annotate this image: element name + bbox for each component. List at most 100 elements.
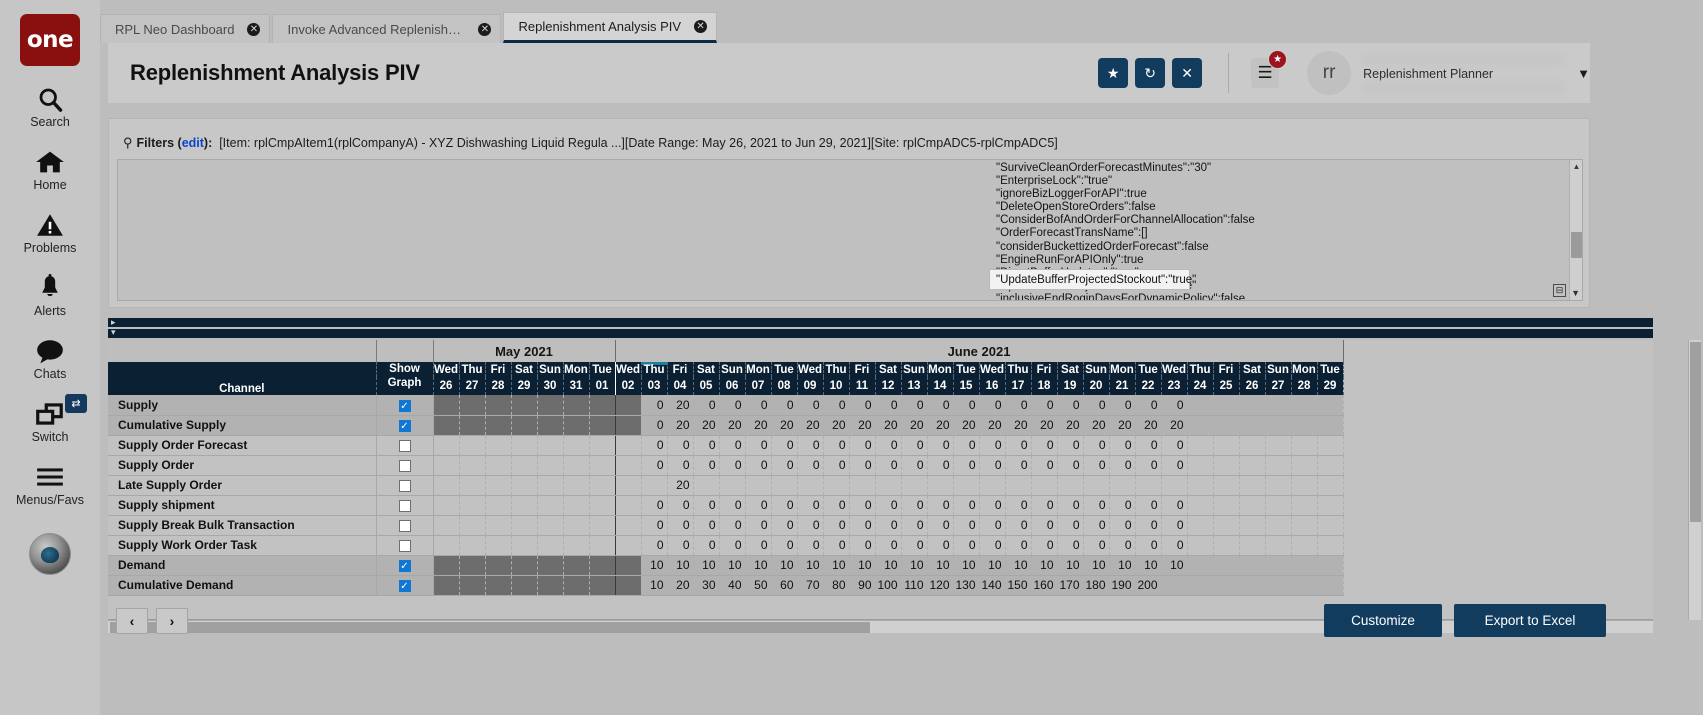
grid-value-cell[interactable] — [563, 475, 590, 496]
grid-value-cell[interactable] — [537, 495, 564, 516]
grid-value-cell[interactable]: 0 — [1135, 515, 1162, 536]
grid-value-cell[interactable] — [979, 475, 1006, 496]
grid-value-cell[interactable] — [459, 535, 486, 556]
grid-value-cell[interactable]: 0 — [1031, 495, 1058, 516]
grid-value-cell[interactable]: 40 — [719, 575, 746, 596]
grid-value-cell[interactable]: 0 — [719, 395, 746, 416]
grid-value-cell[interactable]: 10 — [979, 555, 1006, 576]
grid-value-cell[interactable]: 0 — [1161, 395, 1188, 416]
grid-value-cell[interactable] — [537, 475, 564, 496]
grid-value-cell[interactable]: 0 — [1031, 455, 1058, 476]
grid-value-cell[interactable] — [1265, 395, 1292, 416]
sidebar-item-alerts[interactable]: Alerts — [0, 272, 100, 318]
grid-value-cell[interactable]: 0 — [1083, 455, 1110, 476]
grid-value-cell[interactable] — [1135, 475, 1162, 496]
grid-value-cell[interactable] — [1187, 395, 1214, 416]
grid-value-cell[interactable] — [433, 435, 460, 456]
grid-value-cell[interactable] — [485, 395, 512, 416]
grid-value-cell[interactable] — [1239, 515, 1266, 536]
grid-value-cell[interactable]: 10 — [667, 555, 694, 576]
grid-value-cell[interactable] — [1239, 415, 1266, 436]
grid-value-cell[interactable] — [1265, 515, 1292, 536]
grid-value-cell[interactable]: 20 — [667, 415, 694, 436]
switch-badge-icon[interactable]: ⇄ — [65, 394, 87, 413]
grid-value-cell[interactable]: 0 — [1057, 455, 1084, 476]
grid-value-cell[interactable]: 20 — [771, 415, 798, 436]
grid-value-cell[interactable] — [511, 475, 538, 496]
grid-value-cell[interactable]: 0 — [849, 515, 876, 536]
grid-value-cell[interactable]: 0 — [1135, 395, 1162, 416]
grid-value-cell[interactable] — [1187, 535, 1214, 556]
grid-value-cell[interactable]: 0 — [1161, 435, 1188, 456]
grid-value-cell[interactable] — [433, 555, 460, 576]
table-row[interactable]: Late Supply Order 20 — [108, 475, 1344, 496]
grid-value-cell[interactable] — [459, 495, 486, 516]
grid-value-cell[interactable] — [615, 415, 642, 436]
grid-value-cell[interactable]: 10 — [745, 555, 772, 576]
grid-value-cell[interactable]: 0 — [901, 435, 928, 456]
grid-value-cell[interactable] — [485, 495, 512, 516]
grid-value-cell[interactable] — [589, 415, 616, 436]
grid-value-cell[interactable]: 0 — [953, 535, 980, 556]
show-graph-cell[interactable] — [376, 515, 434, 536]
grid-value-cell[interactable] — [1317, 475, 1344, 496]
grid-value-cell[interactable] — [1265, 495, 1292, 516]
grid-value-cell[interactable]: 130 — [953, 575, 980, 596]
grid-value-cell[interactable]: 0 — [927, 435, 954, 456]
grid-value-cell[interactable]: 0 — [745, 435, 772, 456]
grid-value-cell[interactable] — [1161, 475, 1188, 496]
grid-value-cell[interactable]: 0 — [641, 455, 668, 476]
grid-value-cell[interactable]: 0 — [745, 455, 772, 476]
grid-value-cell[interactable]: 0 — [1135, 435, 1162, 456]
sidebar-item-search[interactable]: Search — [0, 83, 100, 129]
grid-value-cell[interactable] — [563, 395, 590, 416]
grid-value-cell[interactable]: 0 — [771, 435, 798, 456]
grid-value-cell[interactable] — [1317, 555, 1344, 576]
grid-value-cell[interactable] — [615, 435, 642, 456]
grid-value-cell[interactable]: 0 — [823, 395, 850, 416]
grid-value-cell[interactable]: 0 — [1109, 395, 1136, 416]
grid-value-cell[interactable] — [797, 475, 824, 496]
grid-value-cell[interactable] — [459, 415, 486, 436]
grid-value-cell[interactable]: 20 — [901, 415, 928, 436]
grid-value-cell[interactable]: 0 — [1031, 515, 1058, 536]
grid-value-cell[interactable] — [849, 475, 876, 496]
grid-value-cell[interactable]: 0 — [901, 495, 928, 516]
grid-value-cell[interactable] — [1291, 475, 1318, 496]
grid-value-cell[interactable]: 0 — [979, 395, 1006, 416]
grid-value-cell[interactable]: 20 — [1057, 415, 1084, 436]
grid-value-cell[interactable] — [1213, 535, 1240, 556]
grid-value-cell[interactable]: 0 — [771, 535, 798, 556]
grid-value-cell[interactable] — [641, 475, 668, 496]
grid-value-cell[interactable]: 0 — [1135, 455, 1162, 476]
grid-value-cell[interactable] — [563, 495, 590, 516]
grid-value-cell[interactable] — [1239, 495, 1266, 516]
config-scrollbar[interactable]: ▲ — [1569, 160, 1582, 300]
grid-value-cell[interactable]: 20 — [875, 415, 902, 436]
chevron-down-icon[interactable]: ▼ — [1571, 288, 1580, 298]
grid-value-cell[interactable]: 20 — [1161, 415, 1188, 436]
grid-value-cell[interactable]: 170 — [1057, 575, 1084, 596]
grid-value-cell[interactable] — [1317, 415, 1344, 436]
grid-value-cell[interactable]: 0 — [1005, 395, 1032, 416]
table-row[interactable]: Supply Work Order Task 0 0 0 0 0 0 0 0 0 0 0 0 0 0 0 0 0 0… — [108, 535, 1344, 556]
grid-value-cell[interactable] — [1239, 435, 1266, 456]
tab-rpl-neo-dashboard[interactable]: RPL Neo Dashboard ✕ — [100, 14, 271, 43]
table-row[interactable]: Supply shipment 0 0 0 0 0 0 0 0 0 0 0 0 0 0 0 0 0 0 0 0 0 — [108, 495, 1344, 516]
customize-button[interactable]: Customize — [1324, 604, 1442, 637]
grid-value-cell[interactable]: 20 — [667, 395, 694, 416]
grid-value-cell[interactable]: 190 — [1109, 575, 1136, 596]
sidebar-avatar[interactable] — [29, 533, 71, 575]
table-row[interactable]: Demand ✓ 10 10 10 10 10 10 10 10 10 10 10 10 10 10 10 10 1… — [108, 555, 1344, 576]
grid-value-cell[interactable] — [485, 475, 512, 496]
grid-value-cell[interactable]: 0 — [693, 495, 720, 516]
grid-value-cell[interactable] — [511, 535, 538, 556]
grid-value-cell[interactable] — [563, 415, 590, 436]
grid-value-cell[interactable]: 0 — [875, 455, 902, 476]
grid-value-cell[interactable]: 0 — [875, 435, 902, 456]
grid-value-cell[interactable]: 20 — [1135, 415, 1162, 436]
grid-value-cell[interactable]: 0 — [1057, 515, 1084, 536]
grid-value-cell[interactable] — [589, 395, 616, 416]
grid-value-cell[interactable]: 0 — [1057, 495, 1084, 516]
grid-value-cell[interactable]: 0 — [693, 515, 720, 536]
